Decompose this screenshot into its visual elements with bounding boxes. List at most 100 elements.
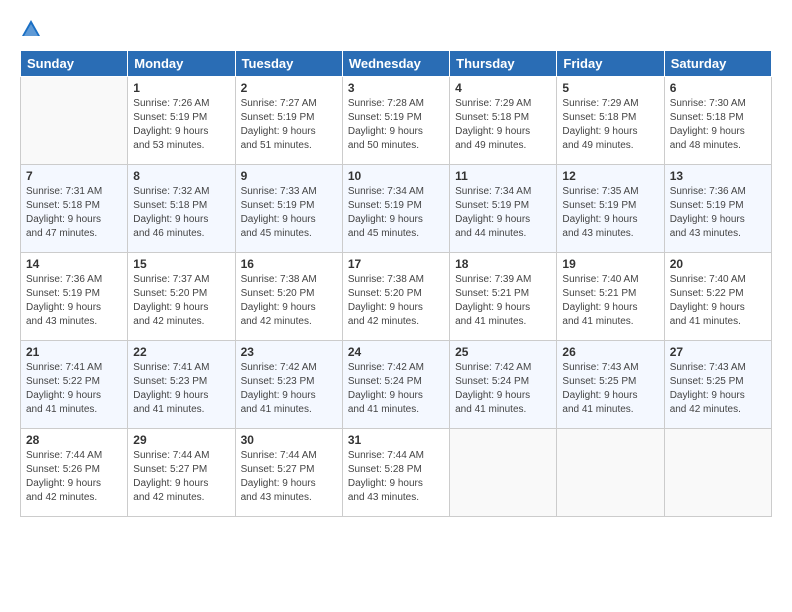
day-cell: 11 Sunrise: 7:34 AM Sunset: 5:19 PM Dayli… bbox=[450, 165, 557, 253]
weekday-thursday: Thursday bbox=[450, 51, 557, 77]
day-cell bbox=[21, 77, 128, 165]
day-number: 26 bbox=[562, 345, 658, 359]
week-row-4: 21 Sunrise: 7:41 AM Sunset: 5:22 PM Dayli… bbox=[21, 341, 772, 429]
day-cell: 17 Sunrise: 7:38 AM Sunset: 5:20 PM Dayli… bbox=[342, 253, 449, 341]
day-cell: 3Sunrise: 7:28 AM Sunset: 5:19 PM Daylig… bbox=[342, 77, 449, 165]
day-cell: 14 Sunrise: 7:36 AM Sunset: 5:19 PM Dayli… bbox=[21, 253, 128, 341]
day-info: Sunrise: 7:40 AM Sunset: 5:21 PM Dayligh… bbox=[562, 273, 658, 329]
day-info: Sunrise: 7:31 AM Sunset: 5:18 PM Dayligh… bbox=[26, 185, 122, 241]
day-info: Sunrise: 7:38 AM Sunset: 5:20 PM Dayligh… bbox=[348, 273, 444, 329]
day-number: 15 bbox=[133, 257, 229, 271]
day-number: 19 bbox=[562, 257, 658, 271]
day-info: Sunrise: 7:43 AM Sunset: 5:25 PM Dayligh… bbox=[562, 361, 658, 417]
weekday-wednesday: Wednesday bbox=[342, 51, 449, 77]
day-cell bbox=[450, 429, 557, 517]
day-number: 18 bbox=[455, 257, 551, 271]
day-number: 2 bbox=[241, 81, 337, 95]
day-number: 14 bbox=[26, 257, 122, 271]
day-number: 17 bbox=[348, 257, 444, 271]
day-info: Sunrise: 7:34 AM Sunset: 5:19 PM Dayligh… bbox=[455, 185, 551, 241]
day-number: 31 bbox=[348, 433, 444, 447]
day-info: Sunrise: 7:42 AM Sunset: 5:24 PM Dayligh… bbox=[348, 361, 444, 417]
day-cell: 22 Sunrise: 7:41 AM Sunset: 5:23 PM Dayli… bbox=[128, 341, 235, 429]
week-row-1: 1 Sunrise: 7:26 AM Sunset: 5:19 PM Daylig… bbox=[21, 77, 772, 165]
day-info: Sunrise: 7:37 AM Sunset: 5:20 PM Dayligh… bbox=[133, 273, 229, 329]
day-cell: 21 Sunrise: 7:41 AM Sunset: 5:22 PM Dayli… bbox=[21, 341, 128, 429]
day-number: 24 bbox=[348, 345, 444, 359]
day-cell: 29 Sunrise: 7:44 AM Sunset: 5:27 PM Dayli… bbox=[128, 429, 235, 517]
day-info: Sunrise: 7:30 AM Sunset: 5:18 PM Dayligh… bbox=[670, 97, 766, 153]
day-cell bbox=[557, 429, 664, 517]
day-info: Sunrise: 7:29 AM Sunset: 5:18 PM Dayligh… bbox=[455, 97, 551, 153]
day-cell: 19 Sunrise: 7:40 AM Sunset: 5:21 PM Dayli… bbox=[557, 253, 664, 341]
day-info: Sunrise: 7:33 AM Sunset: 5:19 PM Dayligh… bbox=[241, 185, 337, 241]
day-info: Sunrise: 7:42 AM Sunset: 5:23 PM Dayligh… bbox=[241, 361, 337, 417]
day-info: Sunrise: 7:38 AM Sunset: 5:20 PM Dayligh… bbox=[241, 273, 337, 329]
header bbox=[20, 16, 772, 40]
day-info: Sunrise: 7:28 AM Sunset: 5:19 PM Dayligh… bbox=[348, 97, 444, 153]
day-number: 29 bbox=[133, 433, 229, 447]
day-info: Sunrise: 7:36 AM Sunset: 5:19 PM Dayligh… bbox=[26, 273, 122, 329]
day-cell: 13 Sunrise: 7:36 AM Sunset: 5:19 PM Dayli… bbox=[664, 165, 771, 253]
day-number: 30 bbox=[241, 433, 337, 447]
day-info: Sunrise: 7:40 AM Sunset: 5:22 PM Dayligh… bbox=[670, 273, 766, 329]
day-info: Sunrise: 7:41 AM Sunset: 5:22 PM Dayligh… bbox=[26, 361, 122, 417]
day-cell: 23 Sunrise: 7:42 AM Sunset: 5:23 PM Dayli… bbox=[235, 341, 342, 429]
calendar-page: SundayMondayTuesdayWednesdayThursdayFrid… bbox=[0, 0, 792, 612]
day-info: Sunrise: 7:44 AM Sunset: 5:26 PM Dayligh… bbox=[26, 449, 122, 505]
day-number: 9 bbox=[241, 169, 337, 183]
day-cell: 15 Sunrise: 7:37 AM Sunset: 5:20 PM Dayli… bbox=[128, 253, 235, 341]
day-info: Sunrise: 7:29 AM Sunset: 5:18 PM Dayligh… bbox=[562, 97, 658, 153]
day-number: 28 bbox=[26, 433, 122, 447]
weekday-header-row: SundayMondayTuesdayWednesdayThursdayFrid… bbox=[21, 51, 772, 77]
weekday-monday: Monday bbox=[128, 51, 235, 77]
weekday-saturday: Saturday bbox=[664, 51, 771, 77]
day-number: 25 bbox=[455, 345, 551, 359]
day-cell: 30Sunrise: 7:44 AM Sunset: 5:27 PM Dayli… bbox=[235, 429, 342, 517]
day-info: Sunrise: 7:41 AM Sunset: 5:23 PM Dayligh… bbox=[133, 361, 229, 417]
day-cell: 24 Sunrise: 7:42 AM Sunset: 5:24 PM Dayli… bbox=[342, 341, 449, 429]
day-info: Sunrise: 7:27 AM Sunset: 5:19 PM Dayligh… bbox=[241, 97, 337, 153]
day-cell: 31Sunrise: 7:44 AM Sunset: 5:28 PM Dayli… bbox=[342, 429, 449, 517]
day-number: 20 bbox=[670, 257, 766, 271]
day-cell: 12Sunrise: 7:35 AM Sunset: 5:19 PM Dayli… bbox=[557, 165, 664, 253]
calendar-table: SundayMondayTuesdayWednesdayThursdayFrid… bbox=[20, 50, 772, 517]
day-cell: 6 Sunrise: 7:30 AM Sunset: 5:18 PM Daylig… bbox=[664, 77, 771, 165]
day-cell: 25 Sunrise: 7:42 AM Sunset: 5:24 PM Dayli… bbox=[450, 341, 557, 429]
day-cell: 9 Sunrise: 7:33 AM Sunset: 5:19 PM Daylig… bbox=[235, 165, 342, 253]
day-info: Sunrise: 7:43 AM Sunset: 5:25 PM Dayligh… bbox=[670, 361, 766, 417]
day-cell: 5 Sunrise: 7:29 AM Sunset: 5:18 PM Daylig… bbox=[557, 77, 664, 165]
day-number: 16 bbox=[241, 257, 337, 271]
day-number: 7 bbox=[26, 169, 122, 183]
day-info: Sunrise: 7:26 AM Sunset: 5:19 PM Dayligh… bbox=[133, 97, 229, 153]
day-info: Sunrise: 7:34 AM Sunset: 5:19 PM Dayligh… bbox=[348, 185, 444, 241]
day-cell bbox=[664, 429, 771, 517]
day-number: 23 bbox=[241, 345, 337, 359]
day-cell: 1 Sunrise: 7:26 AM Sunset: 5:19 PM Daylig… bbox=[128, 77, 235, 165]
day-cell: 2 Sunrise: 7:27 AM Sunset: 5:19 PM Daylig… bbox=[235, 77, 342, 165]
day-number: 22 bbox=[133, 345, 229, 359]
day-info: Sunrise: 7:32 AM Sunset: 5:18 PM Dayligh… bbox=[133, 185, 229, 241]
week-row-2: 7 Sunrise: 7:31 AM Sunset: 5:18 PM Daylig… bbox=[21, 165, 772, 253]
day-info: Sunrise: 7:44 AM Sunset: 5:27 PM Dayligh… bbox=[133, 449, 229, 505]
day-number: 10 bbox=[348, 169, 444, 183]
day-cell: 4 Sunrise: 7:29 AM Sunset: 5:18 PM Daylig… bbox=[450, 77, 557, 165]
day-number: 27 bbox=[670, 345, 766, 359]
day-number: 11 bbox=[455, 169, 551, 183]
day-number: 4 bbox=[455, 81, 551, 95]
day-number: 6 bbox=[670, 81, 766, 95]
day-cell: 8 Sunrise: 7:32 AM Sunset: 5:18 PM Daylig… bbox=[128, 165, 235, 253]
day-number: 8 bbox=[133, 169, 229, 183]
day-info: Sunrise: 7:42 AM Sunset: 5:24 PM Dayligh… bbox=[455, 361, 551, 417]
day-cell: 28 Sunrise: 7:44 AM Sunset: 5:26 PM Dayli… bbox=[21, 429, 128, 517]
day-number: 13 bbox=[670, 169, 766, 183]
day-number: 5 bbox=[562, 81, 658, 95]
day-cell: 26 Sunrise: 7:43 AM Sunset: 5:25 PM Dayli… bbox=[557, 341, 664, 429]
day-number: 21 bbox=[26, 345, 122, 359]
day-cell: 20 Sunrise: 7:40 AM Sunset: 5:22 PM Dayli… bbox=[664, 253, 771, 341]
day-cell: 16 Sunrise: 7:38 AM Sunset: 5:20 PM Dayli… bbox=[235, 253, 342, 341]
day-info: Sunrise: 7:36 AM Sunset: 5:19 PM Dayligh… bbox=[670, 185, 766, 241]
day-number: 1 bbox=[133, 81, 229, 95]
weekday-tuesday: Tuesday bbox=[235, 51, 342, 77]
week-row-3: 14 Sunrise: 7:36 AM Sunset: 5:19 PM Dayli… bbox=[21, 253, 772, 341]
